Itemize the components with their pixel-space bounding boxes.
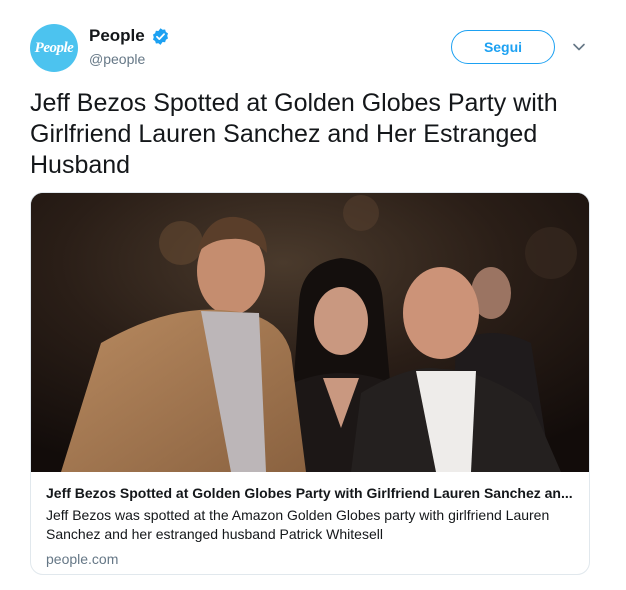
card-photo [31,193,589,472]
tweet: People People @people Segui Jeff Bezos S… [0,0,626,590]
card-domain: people.com [46,551,119,567]
display-name[interactable]: People [89,26,145,46]
link-card[interactable]: Jeff Bezos Spotted at Golden Globes Part… [30,192,590,575]
card-description: Jeff Bezos was spotted at the Amazon Gol… [46,507,550,542]
handle[interactable]: @people [89,51,145,67]
follow-button[interactable]: Segui [451,30,555,64]
card-body: Jeff Bezos Spotted at Golden Globes Part… [46,484,581,568]
tweet-text: Jeff Bezos Spotted at Golden Globes Part… [30,89,558,179]
card-title: Jeff Bezos Spotted at Golden Globes Part… [46,485,573,501]
author-name-row: People [89,26,170,46]
card-image[interactable] [31,193,589,472]
avatar[interactable]: People [30,24,78,72]
verified-badge-icon [152,27,168,45]
avatar-logo-text: People [34,39,74,56]
chevron-down-icon[interactable] [572,40,586,54]
